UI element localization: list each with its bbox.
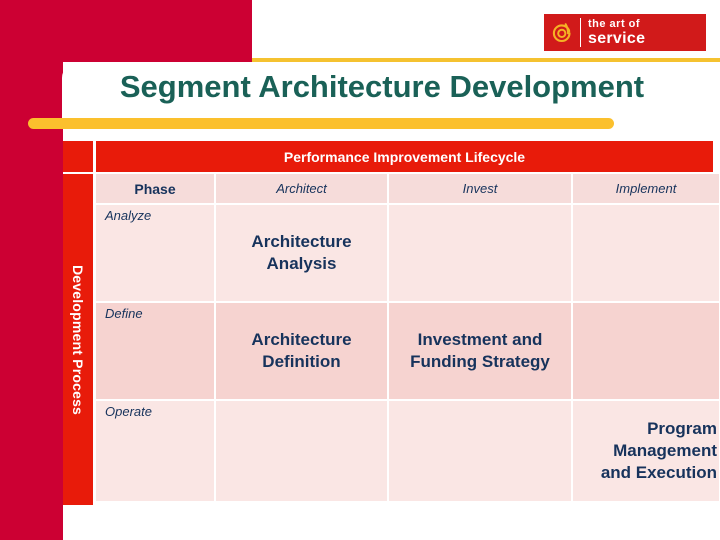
cell-analyze-implement [573,205,719,301]
page-title: Segment Architecture Development [119,69,645,104]
cell-define-implement [573,303,719,399]
header-column-invest: Invest [389,174,571,203]
left-crimson-band [0,0,63,540]
row-label-define: Define [96,303,214,399]
cell-analyze-invest [389,205,571,301]
cell-operate-invest [389,401,571,501]
logo-line-2: service [588,29,646,47]
cell-analyze-architect: Architecture Analysis [216,205,387,301]
thick-yellow-bar [28,118,614,129]
row-label-operate: Operate [96,401,214,501]
matrix-corner-block [63,141,93,172]
slide-canvas: the art of service Segment Architecture … [0,0,720,540]
column-group-header: Performance Improvement Lifecycle [96,141,713,172]
row-group-header-label: Development Process [70,264,86,415]
cell-operate-implement: Program Management and Execution [573,401,719,501]
row-label-analyze: Analyze [96,205,214,301]
header-column-implement: Implement [573,174,719,203]
cell-define-architect: Architecture Definition [216,303,387,399]
logo-wordmark: the art of service [581,17,706,47]
matrix-grid: Phase Architect Invest Implement Analyze… [96,174,719,505]
top-crimson-block [0,0,252,62]
row-group-header: Development Process [63,174,93,505]
header-phase: Phase [96,174,214,203]
lifecycle-matrix: Development Process Performance Improvem… [63,141,719,505]
cell-operate-architect [216,401,387,501]
header-column-architect: Architect [216,174,387,203]
cell-define-invest: Investment and Funding Strategy [389,303,571,399]
logo-line-1: the art of [588,17,641,30]
at-spiral-icon [544,14,580,51]
brand-logo: the art of service [544,14,706,51]
